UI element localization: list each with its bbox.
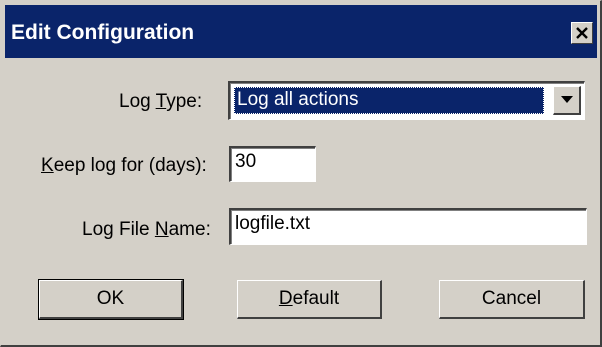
title-bar[interactable]: Edit Configuration [5, 5, 597, 58]
cancel-button[interactable]: Cancel [439, 280, 585, 319]
edit-configuration-dialog: Edit Configuration Log Type: Log all act… [0, 0, 602, 347]
log-type-selected-value: Log all actions [234, 87, 544, 114]
default-button[interactable]: Default [237, 280, 382, 319]
chevron-down-icon [561, 96, 573, 103]
close-icon [576, 27, 588, 39]
log-file-name-value: logfile.txt [235, 213, 310, 234]
keep-log-days-input[interactable]: 30 [229, 146, 316, 182]
window-title: Edit Configuration [11, 21, 195, 44]
close-button[interactable] [571, 22, 593, 44]
ok-button[interactable]: OK [38, 279, 184, 320]
log-type-dropdown-button[interactable] [553, 86, 581, 115]
keep-log-label: Keep log for (days): [41, 155, 207, 176]
keep-log-days-value: 30 [235, 151, 257, 172]
log-type-label: Log Type: [119, 91, 203, 112]
log-file-name-input[interactable]: logfile.txt [229, 208, 587, 245]
log-file-name-label: Log File Name: [82, 219, 211, 240]
log-type-select[interactable]: Log all actions [228, 81, 585, 120]
